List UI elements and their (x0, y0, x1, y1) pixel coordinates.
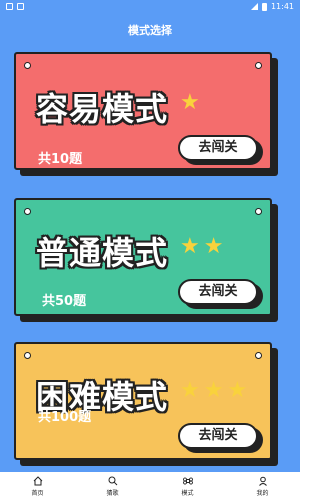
notification-icon (17, 3, 24, 10)
star-icon: ★ (180, 90, 200, 115)
tab-mode[interactable]: 模式 (150, 472, 225, 500)
battery-icon (261, 2, 267, 11)
mode-title: 普通模式 (36, 234, 169, 272)
start-challenge-button[interactable]: 去闯关 (178, 423, 258, 449)
tab-label: 模式 (181, 489, 194, 497)
bottom-tab-bar: 首页 猜歌 模式 我的 (0, 472, 300, 500)
status-right: 11:41 (250, 2, 294, 11)
question-count: 共10题 (38, 152, 83, 167)
star-rating: ★ (180, 92, 200, 114)
star-icon: ★ (203, 378, 224, 403)
pin-icon (24, 62, 31, 69)
pin-icon (255, 208, 262, 215)
search-music-icon (108, 476, 117, 485)
question-count: 共50题 (42, 294, 87, 309)
pin-icon (24, 208, 31, 215)
star-rating: ★ ★ ★ (180, 380, 247, 402)
home-icon (33, 475, 42, 485)
star-rating: ★ ★ (180, 236, 223, 258)
pin-icon (24, 352, 31, 359)
page-title: 模式选择 (128, 24, 172, 37)
star-icon: ★ (227, 378, 248, 403)
start-challenge-button[interactable]: 去闯关 (178, 135, 258, 161)
pin-icon (255, 352, 262, 359)
start-challenge-button[interactable]: 去闯关 (178, 279, 258, 305)
tab-label: 我的 (256, 489, 269, 497)
mode-title: 容易模式 (36, 90, 169, 128)
star-icon: ★ (203, 234, 224, 259)
tab-home[interactable]: 首页 (0, 472, 75, 500)
command-icon (182, 477, 193, 484)
status-bar: 11:41 (0, 0, 300, 14)
tab-guess-song[interactable]: 猜歌 (75, 472, 150, 500)
tab-label: 猜歌 (106, 489, 119, 497)
status-time: 11:41 (270, 2, 294, 11)
signal-icon (250, 3, 258, 10)
notification-icon (6, 3, 13, 10)
tab-label: 首页 (31, 489, 44, 497)
user-icon (258, 476, 267, 486)
star-icon: ★ (180, 378, 200, 403)
pin-icon (255, 62, 262, 69)
status-notification-icons (6, 3, 24, 10)
star-icon: ★ (180, 234, 200, 259)
question-count: 共100题 (38, 410, 92, 425)
tab-mine[interactable]: 我的 (225, 472, 300, 500)
screen: 11:41 模式选择 容易模式 ★ 共10题 去闯关 普通模式 ★ ★ 共50题… (0, 0, 300, 500)
